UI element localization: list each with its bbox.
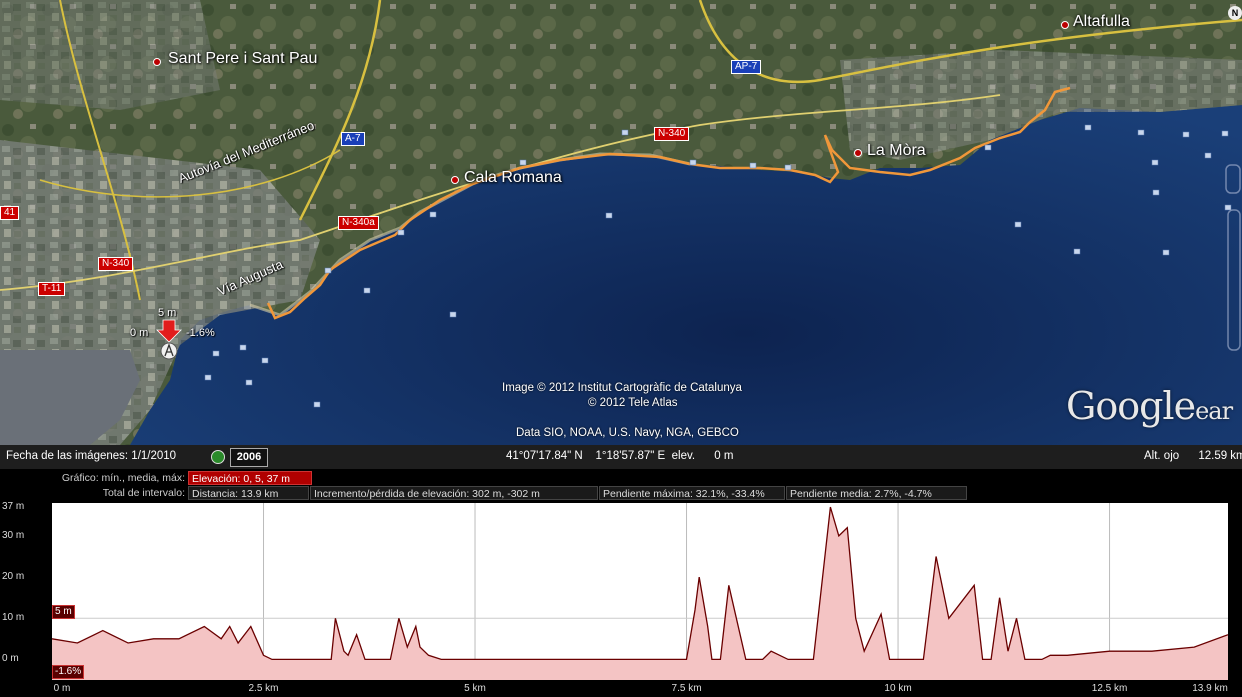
elevation-area xyxy=(52,507,1228,680)
distance-stat[interactable]: Distancia: 13.9 km xyxy=(188,486,309,500)
pointer-coordinates: 41°07'17.84" N 1°18'57.87" E elev. 0 m xyxy=(506,450,734,462)
avg-slope-stat[interactable]: Pendiente media: 2.7%, -4.7% xyxy=(786,486,967,500)
graph-stat-label: Gráfico: mín., media, máx: xyxy=(61,472,185,484)
slope-readout: -1.6% xyxy=(52,665,85,679)
x-tick-label: 2.5 km xyxy=(248,683,279,694)
imagery-date: Fecha de las imágenes: 1/1/2010 xyxy=(6,450,177,462)
y-tick-label: 30 m xyxy=(2,529,25,541)
compass-icon[interactable]: N xyxy=(1228,6,1242,20)
road-shield-41: 41 xyxy=(0,206,20,220)
map-view[interactable]: Sant Pere i Sant Pau Cala Romana La Mòra… xyxy=(0,0,1242,445)
place-dot xyxy=(153,58,161,66)
marker-elevation: 5 m xyxy=(158,307,177,319)
elevation-profile-panel: Gráfico: mín., media, máx: Elevación: 0,… xyxy=(0,469,1242,697)
elevation-chart-svg xyxy=(52,503,1228,680)
y-tick-label: 37 m xyxy=(2,501,25,513)
road-shield-n340a: N-340a xyxy=(338,216,379,230)
y-tick-label: 10 m xyxy=(2,612,25,624)
x-tick-label: 5 km xyxy=(464,683,486,694)
elevation-readout: 5 m xyxy=(52,605,75,619)
credit-line-1: Image © 2012 Institut Cartogràfic de Cat… xyxy=(502,382,742,394)
x-tick-label: 10 km xyxy=(884,683,912,694)
gain-loss-stat[interactable]: Incremento/pérdida de elevación: 302 m, … xyxy=(310,486,598,500)
marker-distance: 0 m xyxy=(130,327,149,339)
elevation-chart[interactable] xyxy=(52,503,1228,680)
x-tick-label: 7.5 km xyxy=(671,683,702,694)
place-dot xyxy=(451,176,459,184)
place-label-cala-romana[interactable]: Cala Romana xyxy=(464,169,562,187)
elevation-stat-button[interactable]: Elevación: 0, 5, 37 m xyxy=(188,471,312,485)
status-bar: Fecha de las imágenes: 1/1/2010 2006 41°… xyxy=(0,445,1242,469)
google-earth-logo: Googleear xyxy=(1066,384,1233,428)
interval-total-label: Total de intervalo: xyxy=(102,487,185,499)
road-shield-n340-left: N-340 xyxy=(98,257,134,271)
y-tick-label: 20 m xyxy=(2,571,25,583)
road-shield-ap7: AP-7 xyxy=(731,60,762,74)
road-shield-n340: N-340 xyxy=(654,127,690,141)
credit-line-2: © 2012 Tele Atlas xyxy=(588,397,678,409)
road-shield-t11: T-11 xyxy=(38,282,66,296)
max-slope-stat[interactable]: Pendiente máxima: 32.1%, -33.4% xyxy=(599,486,785,500)
place-label-sant-pere[interactable]: Sant Pere i Sant Pau xyxy=(168,50,317,68)
x-tick-label: 12.5 km xyxy=(1091,683,1128,694)
place-dot xyxy=(1061,21,1069,29)
road-shield-a7: A-7 xyxy=(341,132,365,146)
eye-altitude: Alt. ojo 12.59 km xyxy=(1144,450,1242,462)
imagery-year-button[interactable]: 2006 xyxy=(230,448,268,467)
historical-imagery-clock-icon[interactable] xyxy=(211,450,225,464)
marker-slope: -1.6% xyxy=(186,327,215,339)
x-tick-label: 13.9 km xyxy=(1192,683,1228,694)
x-tick-label: 0 m xyxy=(53,683,71,694)
place-dot xyxy=(854,149,862,157)
place-label-la-mora[interactable]: La Mòra xyxy=(867,142,926,160)
y-tick-label: 0 m xyxy=(2,653,19,665)
credit-line-3: Data SIO, NOAA, U.S. Navy, NGA, GEBCO xyxy=(516,427,739,439)
place-label-altafulla[interactable]: Altafulla xyxy=(1073,13,1130,31)
